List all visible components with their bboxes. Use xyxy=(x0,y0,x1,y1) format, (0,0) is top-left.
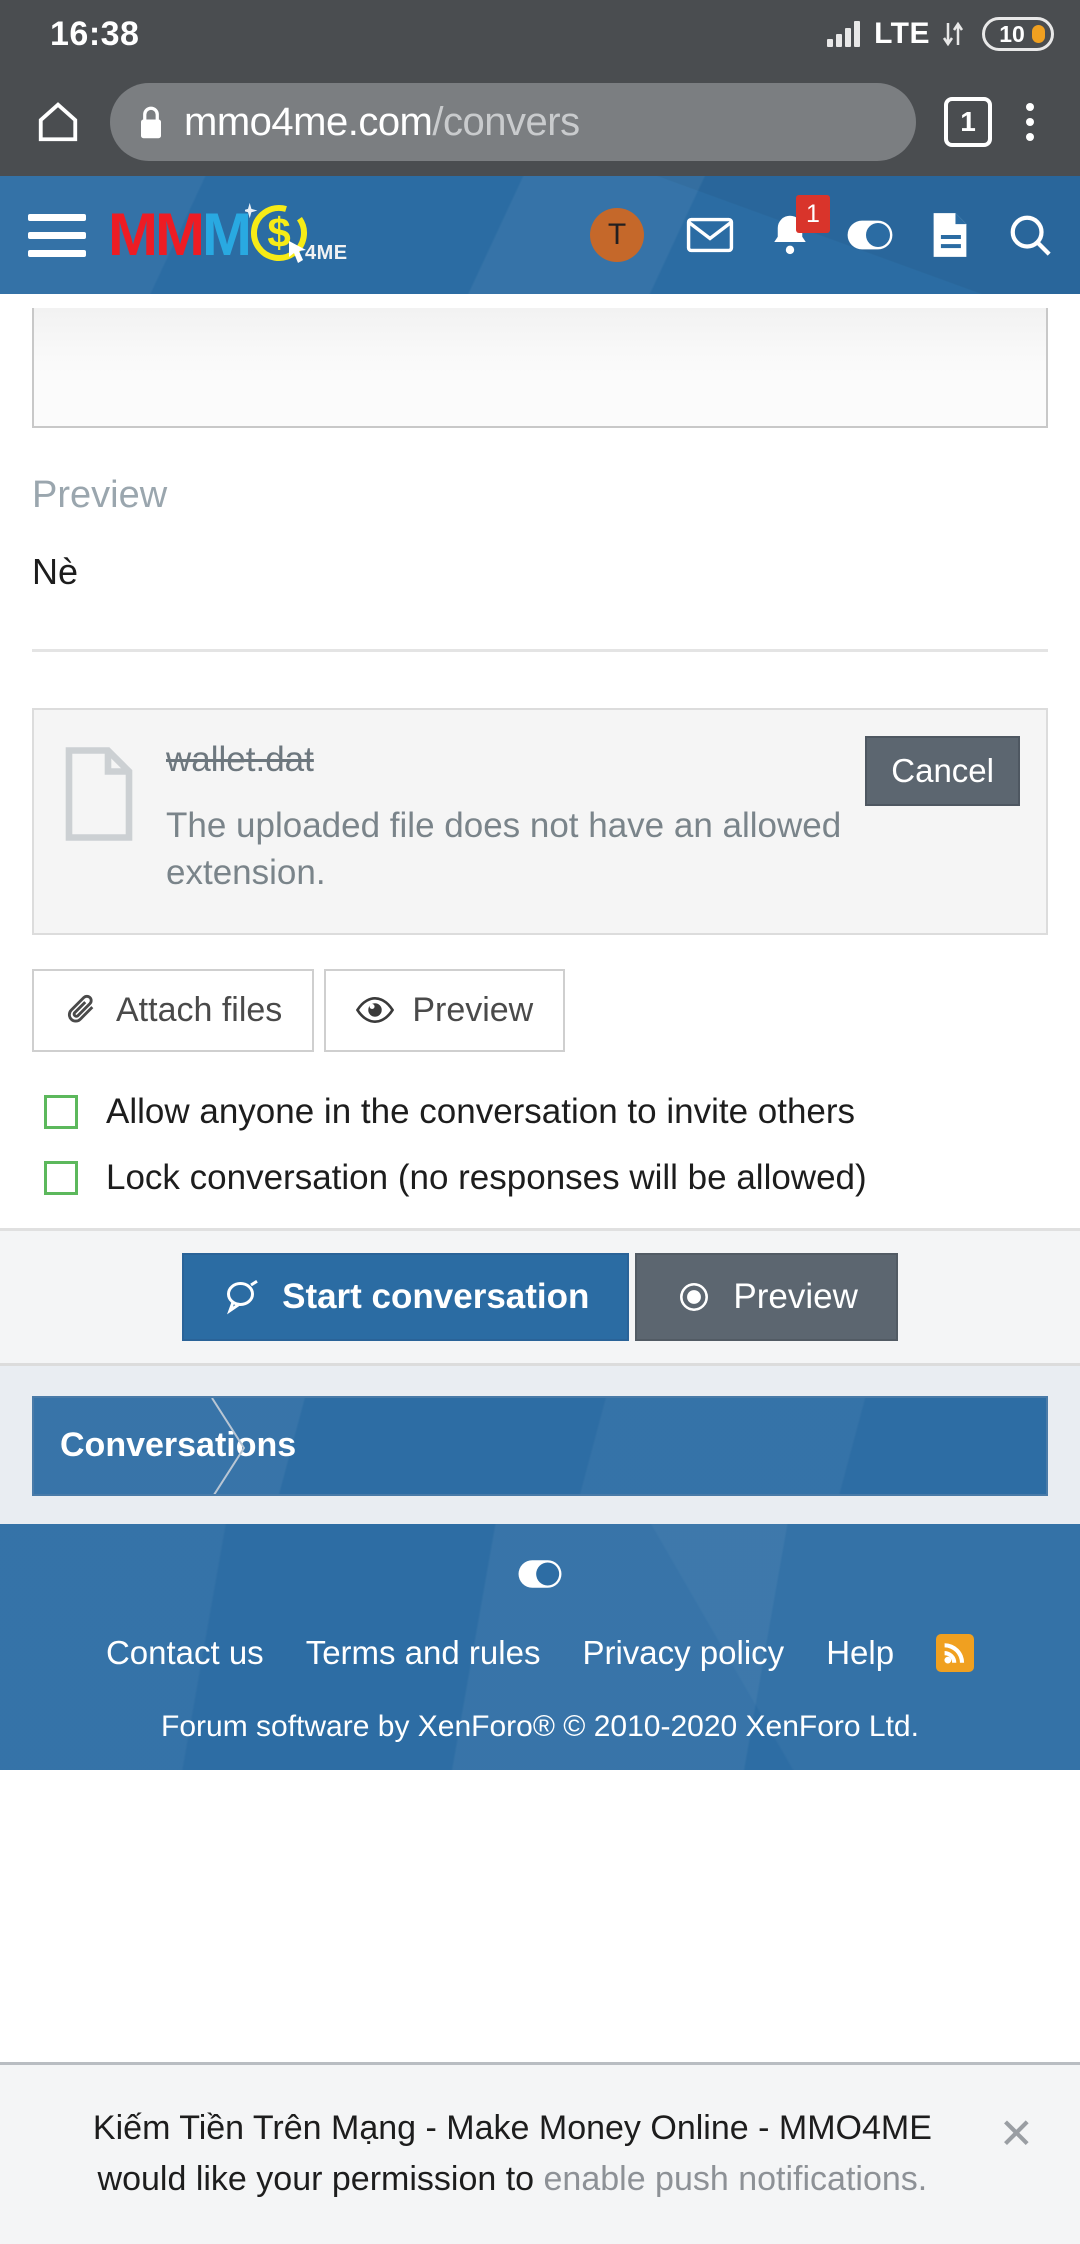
option-invite-others[interactable]: Allow anyone in the conversation to invi… xyxy=(44,1092,1048,1132)
signal-bars-icon xyxy=(827,21,860,47)
message-editor-body[interactable] xyxy=(32,308,1048,428)
attachment-list: wallet.dat The uploaded file does not ha… xyxy=(0,680,1080,935)
battery-icon: 10 xyxy=(982,17,1054,51)
eye-icon xyxy=(356,995,394,1025)
logo-text-red: MM xyxy=(108,205,202,265)
envelope-icon[interactable] xyxy=(686,211,734,259)
site-footer: Contact us Terms and rules Privacy polic… xyxy=(0,1524,1080,1770)
network-type-label: LTE xyxy=(874,17,930,51)
preview-action-label: Preview xyxy=(733,1277,857,1317)
chevron-right-icon xyxy=(210,1398,250,1494)
push-prompt-text: Kiếm Tiền Trên Mạng - Make Money Online … xyxy=(46,2103,979,2204)
start-conversation-button[interactable]: Start conversation xyxy=(182,1253,629,1341)
push-prompt-end: . xyxy=(918,2160,927,2198)
logo-coin-icon: $ xyxy=(245,199,317,271)
breadcrumb-item-conversations[interactable]: Conversations xyxy=(34,1426,296,1465)
attachment-filename: wallet.dat xyxy=(166,740,860,780)
url-path: /convers xyxy=(432,100,579,144)
push-prompt-link[interactable]: enable push notifications xyxy=(544,2160,918,2198)
avatar[interactable]: T xyxy=(590,208,644,262)
push-permission-prompt: Kiếm Tiền Trên Mạng - Make Money Online … xyxy=(0,2062,1080,2244)
footer-dark-mode-toggle-icon[interactable] xyxy=(0,1558,1080,1590)
file-icon xyxy=(60,740,138,897)
attachment-error-message: The uploaded file does not have an allow… xyxy=(166,802,860,897)
conversation-icon xyxy=(222,1279,262,1315)
breadcrumb-area: Conversations xyxy=(0,1366,1080,1524)
attach-files-button[interactable]: Attach files xyxy=(32,969,314,1052)
data-transfer-icon xyxy=(942,19,964,49)
footer-links: Contact us Terms and rules Privacy polic… xyxy=(0,1634,1080,1672)
tab-count-button[interactable]: 1 xyxy=(944,97,992,147)
footer-copyright: Forum software by XenForo® © 2010-2020 X… xyxy=(0,1710,1080,1744)
editor-button-row: Attach files Preview xyxy=(0,935,1080,1052)
cancel-button[interactable]: Cancel xyxy=(865,736,1020,806)
start-conversation-label: Start conversation xyxy=(282,1277,589,1317)
address-bar[interactable]: mmo4me.com/convers xyxy=(110,83,916,161)
header-icon-group: T 1 xyxy=(590,208,1062,262)
bell-icon[interactable]: 1 xyxy=(766,211,814,259)
breadcrumb[interactable]: Conversations xyxy=(32,1396,1048,1496)
alerts-badge: 1 xyxy=(796,195,830,233)
avatar-initial: T xyxy=(608,218,626,252)
checkbox[interactable] xyxy=(44,1161,78,1195)
site-header: MM M $ 4ME T xyxy=(0,176,1080,294)
preview-action-button[interactable]: Preview xyxy=(635,1253,897,1341)
footer-link-terms-and-rules[interactable]: Terms and rules xyxy=(306,1634,541,1672)
paperclip-icon xyxy=(64,993,98,1027)
attachment-row: wallet.dat The uploaded file does not ha… xyxy=(32,708,1048,935)
url-domain: mmo4me.com xyxy=(184,100,432,144)
url-text: mmo4me.com/convers xyxy=(184,100,580,145)
option-label: Allow anyone in the conversation to invi… xyxy=(106,1092,855,1132)
logo-text-blue: M xyxy=(202,205,249,265)
document-icon[interactable] xyxy=(926,211,974,259)
section-divider xyxy=(32,649,1048,652)
dark-mode-toggle-icon[interactable] xyxy=(846,211,894,259)
home-icon[interactable] xyxy=(22,99,94,145)
option-label: Lock conversation (no responses will be … xyxy=(106,1158,867,1198)
status-clock: 16:38 xyxy=(50,15,139,54)
preview-section: Preview Nè xyxy=(0,428,1080,680)
option-lock-conversation[interactable]: Lock conversation (no responses will be … xyxy=(44,1158,1048,1198)
preview-content: Nè xyxy=(32,551,1048,593)
phone-screen: 16:38 LTE 10 xyxy=(0,0,1080,2244)
browser-toolbar: mmo4me.com/convers 1 xyxy=(0,68,1080,176)
site-logo[interactable]: MM M $ 4ME xyxy=(108,199,348,271)
battery-percent: 10 xyxy=(999,21,1025,48)
android-status-bar: 16:38 LTE 10 xyxy=(0,0,1080,68)
lock-icon xyxy=(136,103,166,141)
footer-link-privacy-policy[interactable]: Privacy policy xyxy=(582,1634,784,1672)
hamburger-menu-icon[interactable] xyxy=(22,214,86,257)
footer-link-help[interactable]: Help xyxy=(826,1634,894,1672)
search-icon[interactable] xyxy=(1006,211,1054,259)
checkbox[interactable] xyxy=(44,1095,78,1129)
rss-icon[interactable] xyxy=(936,1634,974,1672)
status-indicators: LTE 10 xyxy=(827,17,1054,51)
page-content: Preview Nè wallet.dat The uploaded file … xyxy=(0,294,1080,2062)
overflow-menu-icon[interactable] xyxy=(1002,103,1058,141)
preview-button[interactable]: Preview xyxy=(324,969,565,1052)
form-action-bar: Start conversation Preview xyxy=(0,1228,1080,1366)
attach-files-label: Attach files xyxy=(116,991,282,1030)
preview-heading: Preview xyxy=(32,474,1048,517)
close-icon[interactable]: ✕ xyxy=(999,2103,1034,2155)
preview-button-label: Preview xyxy=(412,991,533,1030)
svg-text:$: $ xyxy=(267,209,290,256)
eye-icon xyxy=(675,1281,713,1313)
footer-link-contact-us[interactable]: Contact us xyxy=(106,1634,264,1672)
conversation-options: Allow anyone in the conversation to invi… xyxy=(0,1052,1080,1198)
